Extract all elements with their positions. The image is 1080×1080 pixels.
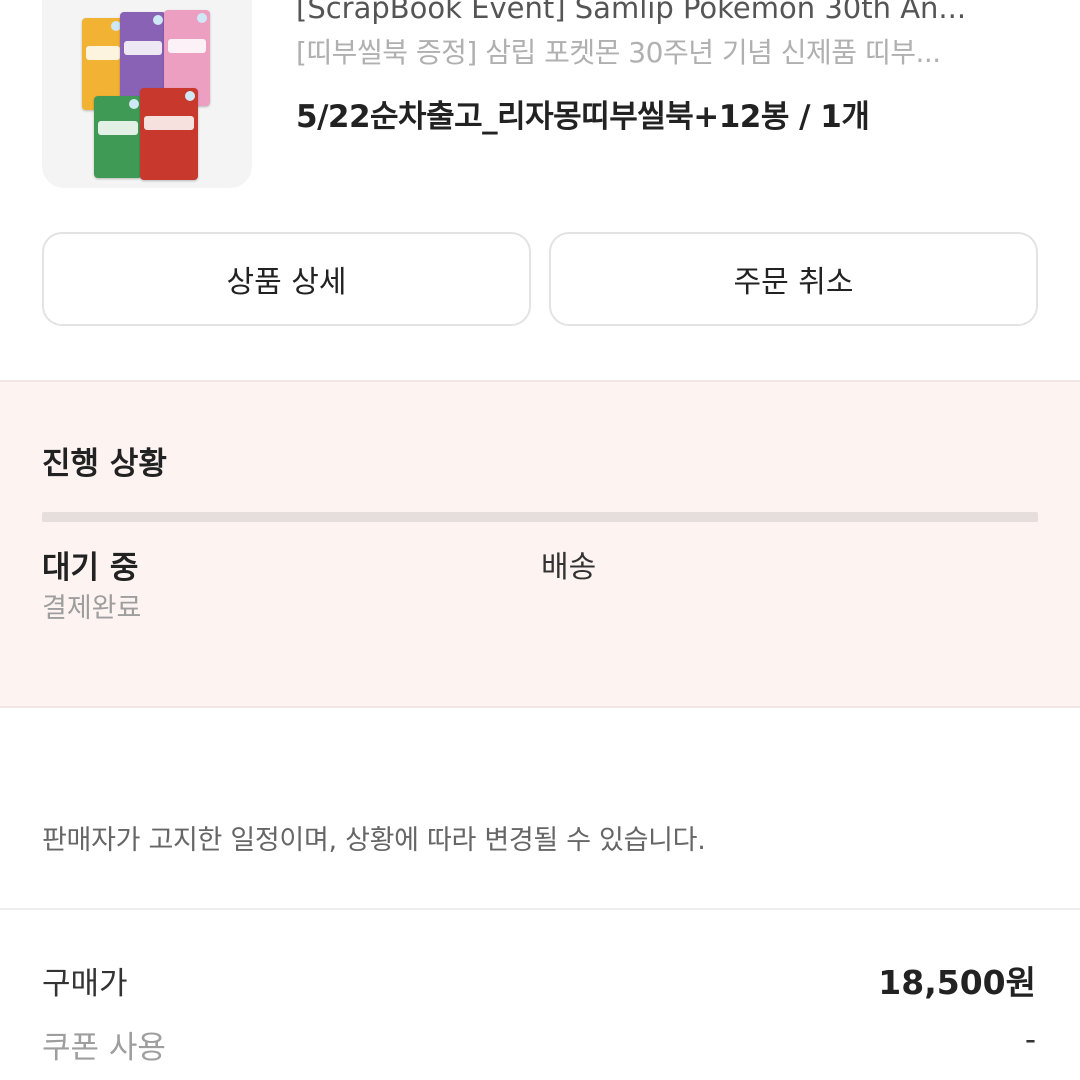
cancel-order-button[interactable]: 주문 취소 [549,232,1038,326]
progress-section: 진행 상황 대기 중 결제완료 배송 [0,380,1080,708]
progress-track [42,512,1038,522]
product-thumbnail[interactable] [42,0,252,188]
product-option: 5/22순차출고_리자몽띠부씰북+12봉 / 1개 [296,99,870,135]
section-divider [0,908,1080,910]
package-red [140,88,198,180]
current-step-status: 결제완료 [42,593,142,624]
schedule-notice: 판매자가 고지한 일정이며, 상황에 따라 변경될 수 있습니다. [42,825,706,856]
coupon-label: 쿠폰 사용 [42,1030,166,1066]
purchase-price-label: 구매가 [42,966,128,1002]
coupon-value: - [1024,1022,1036,1058]
purchase-price-value: 18,500원 [878,963,1036,1002]
product-detail-button[interactable]: 상품 상세 [42,232,531,326]
next-step-label: 배송 [541,550,597,585]
progress-title: 진행 상황 [42,446,167,482]
order-detail-page: [ScrapBook Event] Samlip Pokemon 30th An… [0,0,1080,1080]
package-green [94,96,142,178]
product-title[interactable]: [ScrapBook Event] Samlip Pokemon 30th An… [296,0,1036,28]
product-subtitle: [띠부씰북 증정] 삼립 포켓몬 30주년 기념 신제품 띠부... [296,36,941,69]
current-step-label: 대기 중 [42,550,139,586]
